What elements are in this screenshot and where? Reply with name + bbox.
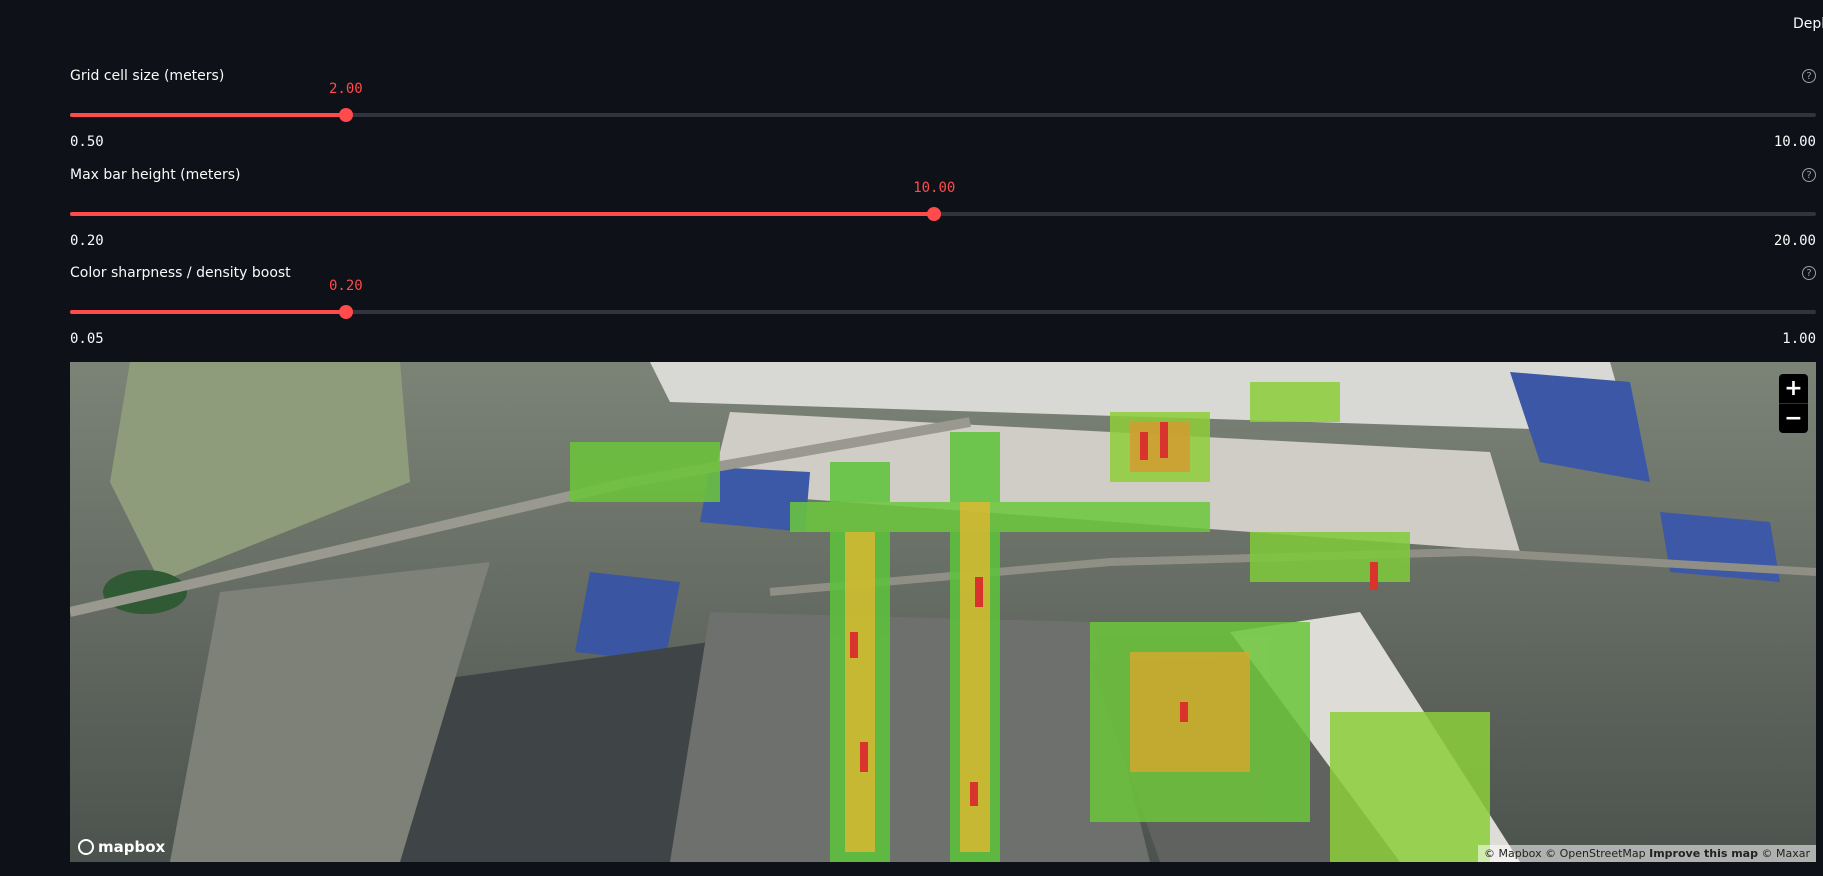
zoom-controls: + − bbox=[1779, 374, 1808, 433]
zoom-out-button[interactable]: − bbox=[1779, 403, 1808, 433]
color-sharpness-label: Color sharpness / density boost bbox=[70, 265, 291, 281]
map-attribution: © Mapbox © OpenStreetMap Improve this ma… bbox=[1477, 845, 1816, 862]
slider-thumb[interactable]: 2.00 bbox=[329, 81, 363, 122]
max-bar-height-slider-track[interactable]: 10.00 bbox=[70, 180, 1816, 221]
slider-value: 10.00 bbox=[913, 180, 956, 196]
satellite-map-image bbox=[70, 362, 1816, 862]
slider-max: 1.00 bbox=[1782, 331, 1816, 347]
slider-max: 10.00 bbox=[1773, 134, 1816, 150]
mapbox-logo-icon bbox=[78, 839, 94, 855]
slider-thumb[interactable]: 0.20 bbox=[329, 278, 363, 319]
max-bar-height-label: Max bar height (meters) bbox=[70, 167, 241, 183]
map-view[interactable]: + − mapbox © Mapbox © OpenStreetMap Impr… bbox=[70, 362, 1816, 862]
grid-cell-size-label: Grid cell size (meters) bbox=[70, 68, 225, 84]
slider-min: 0.05 bbox=[70, 331, 104, 347]
slider-thumb[interactable]: 10.00 bbox=[913, 180, 955, 221]
help-icon[interactable]: ? bbox=[1802, 266, 1816, 280]
attribution-mapbox[interactable]: © Mapbox bbox=[1484, 847, 1542, 860]
color-sharpness-slider-track[interactable]: 0.20 bbox=[70, 278, 1816, 319]
slider-value: 2.00 bbox=[329, 81, 363, 97]
help-icon[interactable]: ? bbox=[1802, 168, 1816, 182]
mapbox-logo-text: mapbox bbox=[98, 838, 166, 856]
mapbox-logo[interactable]: mapbox bbox=[78, 838, 165, 856]
slider-max: 20.00 bbox=[1773, 233, 1816, 249]
attribution-osm[interactable]: © OpenStreetMap bbox=[1545, 847, 1646, 860]
help-icon[interactable]: ? bbox=[1802, 69, 1816, 83]
improve-map-link[interactable]: Improve this map bbox=[1649, 847, 1758, 860]
slider-value: 0.20 bbox=[329, 278, 363, 294]
attribution-maxar[interactable]: © Maxar bbox=[1761, 847, 1810, 860]
zoom-in-button[interactable]: + bbox=[1779, 374, 1808, 403]
slider-min: 0.50 bbox=[70, 134, 104, 150]
slider-fill bbox=[70, 310, 346, 314]
deploy-button[interactable]: Deploy bbox=[1793, 16, 1823, 32]
slider-fill bbox=[70, 212, 935, 216]
grid-cell-size-slider-track[interactable]: 2.00 bbox=[70, 81, 1816, 122]
slider-fill bbox=[70, 113, 346, 117]
slider-min: 0.20 bbox=[70, 233, 104, 249]
